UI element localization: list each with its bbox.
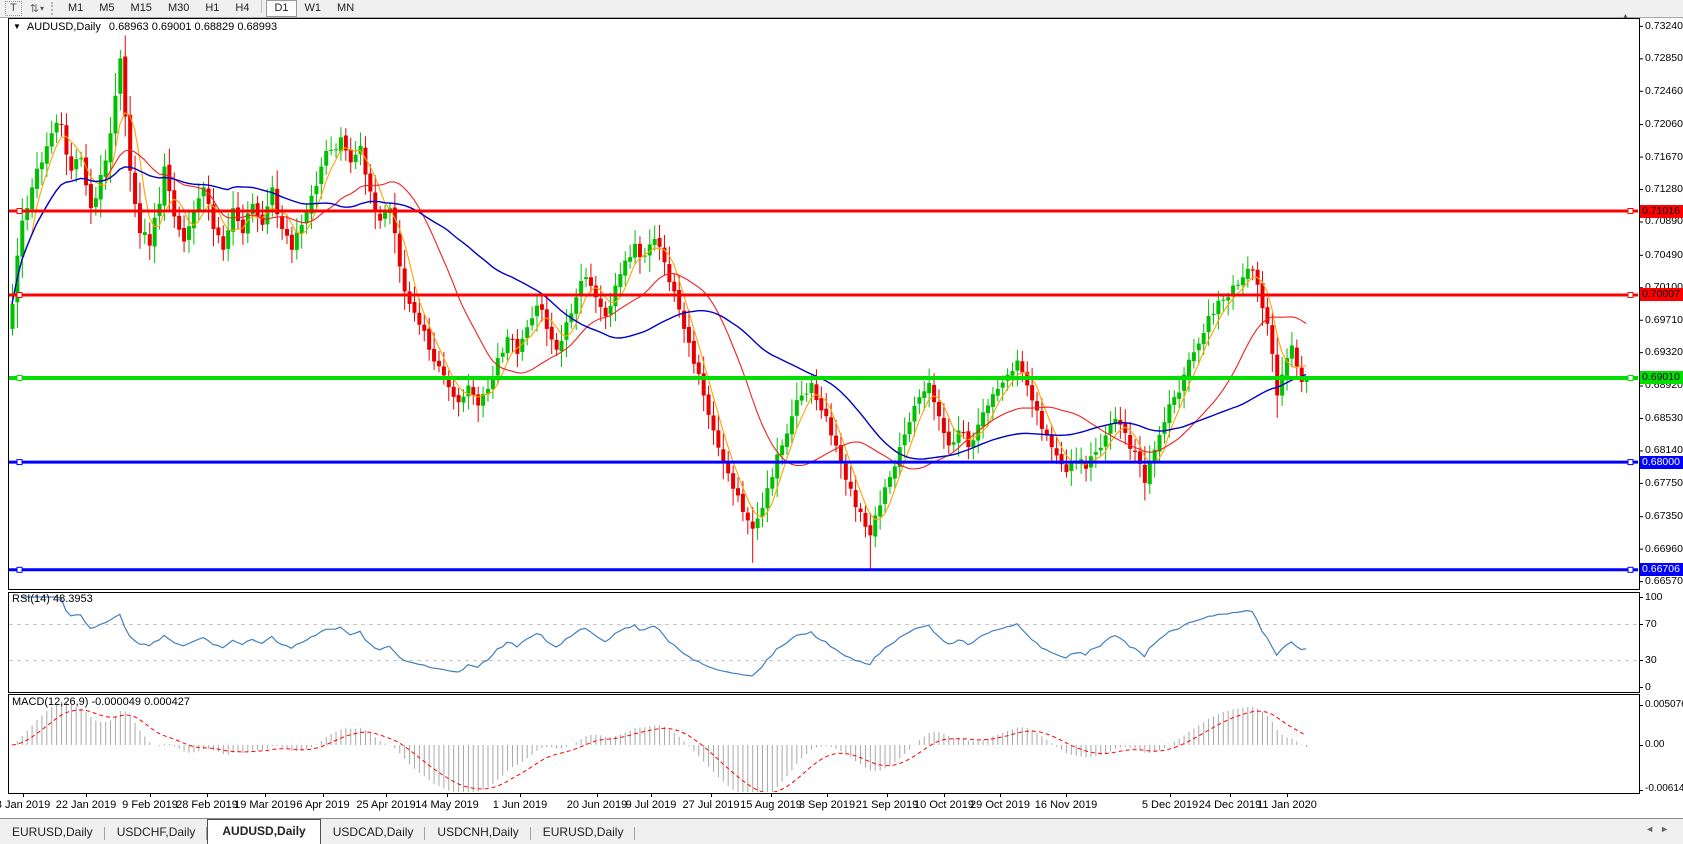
mt4-terminal: T ⇅ ▾ M1M5M15M30H1H4D1W1MN ▼AUDUSD,Daily… <box>0 0 1683 844</box>
price-axis-tick: 0.69710 <box>1645 314 1683 326</box>
date-axis-label: 25 Apr 2019 <box>356 799 415 811</box>
rsi-axis-tick: 30 <box>1645 654 1683 666</box>
chart-canvas <box>0 0 1683 844</box>
date-axis-label: 16 Nov 2019 <box>1035 799 1097 811</box>
price-axis-tick: 0.72460 <box>1645 85 1683 97</box>
chart-title: ▼ AUDUSD,Daily 0.68963 0.69001 0.68829 0.6… <box>13 21 277 33</box>
rsi-line <box>22 597 1306 676</box>
line-anchor-handle[interactable] <box>17 292 22 297</box>
date-axis-label: 5 Dec 2019 <box>1142 799 1198 811</box>
date-axis-label: 28 Feb 2019 <box>176 799 238 811</box>
line-anchor-handle[interactable] <box>1628 567 1633 572</box>
date-axis-label: 3 Sep 2019 <box>799 799 855 811</box>
tab-scroll-left-icon[interactable]: ◄ <box>1645 824 1660 834</box>
date-axis-label: 20 Jun 2019 <box>567 799 628 811</box>
chart-tab-audusd-2[interactable]: AUDUSD,Daily <box>207 819 320 844</box>
line-anchor-handle[interactable] <box>1628 292 1633 297</box>
date-axis-label: 9 Jul 2019 <box>626 799 677 811</box>
date-axis-label: 19 Mar 2019 <box>234 799 296 811</box>
line-anchor-handle[interactable] <box>17 209 22 214</box>
price-axis-tick: 0.67750 <box>1645 477 1683 489</box>
line-anchor-handle[interactable] <box>17 567 22 572</box>
date-axis-label: 6 Apr 2019 <box>296 799 349 811</box>
date-axis-label: 21 Sep 2019 <box>856 799 918 811</box>
macd-axis-tick: -0.006148 <box>1645 783 1683 795</box>
price-axis-tick: 0.67350 <box>1645 510 1683 522</box>
price-axis-tick: 0.72060 <box>1645 118 1683 130</box>
price-axis-tick: 0.68530 <box>1645 412 1683 424</box>
line-anchor-handle[interactable] <box>1628 375 1633 380</box>
chart-tab-eurusd-5[interactable]: EURUSD,Daily <box>531 821 636 844</box>
price-level-label: 0.68000 <box>1640 456 1683 469</box>
price-level-label: 0.71016 <box>1640 205 1683 218</box>
moving-average-lines <box>12 113 1306 519</box>
line-anchor-handle[interactable] <box>17 460 22 465</box>
ohlc-values: 0.68963 0.69001 0.68829 0.68993 <box>109 21 277 33</box>
rsi-axis-tick: 100 <box>1645 591 1683 603</box>
rsi-axis-tick: 0 <box>1645 681 1683 693</box>
macd-axis-tick: 0.005076 <box>1645 699 1683 711</box>
price-level-label: 0.70007 <box>1640 288 1683 301</box>
price-axis-tick: 0.71280 <box>1645 183 1683 195</box>
rsi-indicator-label: RSI(14) 48.3953 <box>12 593 93 605</box>
line-anchor-handle[interactable] <box>1628 460 1633 465</box>
chart-tab-bar: EURUSD,DailyUSDCHF,DailyAUDUSD,DailyUSDC… <box>0 818 1683 844</box>
chart-tab-usdcnh-4[interactable]: USDCNH,Daily <box>425 821 530 844</box>
line-anchor-handle[interactable] <box>17 375 22 380</box>
scroll-up-icon[interactable]: ▲ <box>1622 13 1629 20</box>
price-axis-tick: 0.66570 <box>1645 575 1683 587</box>
date-axis-label: 15 Aug 2019 <box>740 799 802 811</box>
price-axis-tick: 0.71670 <box>1645 151 1683 163</box>
price-axis-tick: 0.72850 <box>1645 52 1683 64</box>
chart-tab-usdchf-1[interactable]: USDCHF,Daily <box>105 821 208 844</box>
chart-menu-icon[interactable]: ▼ <box>13 22 21 31</box>
price-axis-tick: 0.70490 <box>1645 249 1683 261</box>
date-axis-label: 22 Jan 2019 <box>56 799 117 811</box>
price-level-label: 0.69010 <box>1640 371 1683 384</box>
date-axis-label: 9 Feb 2019 <box>122 799 178 811</box>
symbol-period-label: AUDUSD,Daily <box>27 21 101 33</box>
rsi-axis-tick: 70 <box>1645 618 1683 630</box>
tab-scroll-arrows: ◄► <box>1645 824 1675 834</box>
chart-tab-usdcad-3[interactable]: USDCAD,Daily <box>321 821 426 844</box>
date-axis-label: 27 Jul 2019 <box>683 799 740 811</box>
date-axis-label: 1 Jun 2019 <box>493 799 547 811</box>
price-axis-tick: 0.69320 <box>1645 346 1683 358</box>
support-resistance-lines <box>9 209 1638 573</box>
date-axis-label: 29 Oct 2019 <box>970 799 1030 811</box>
axis-tick-marks <box>24 26 1644 797</box>
rsi-gridlines <box>9 625 1638 661</box>
date-axis-label: 3 Jan 2019 <box>0 799 50 811</box>
macd-axis-tick: 0.00 <box>1645 739 1683 751</box>
date-axis-label: 10 Oct 2019 <box>914 799 974 811</box>
price-level-label: 0.66706 <box>1640 563 1683 576</box>
tab-scroll-right-icon[interactable]: ► <box>1660 824 1675 834</box>
chart-tab-eurusd-0[interactable]: EURUSD,Daily <box>0 821 105 844</box>
date-axis-label: 14 May 2019 <box>415 799 479 811</box>
price-axis-tick: 0.66960 <box>1645 543 1683 555</box>
macd-indicator-label: MACD(12,26,9) -0.000049 0.000427 <box>12 696 190 708</box>
candlesticks <box>11 35 1309 569</box>
date-axis-label: 24 Dec 2019 <box>1199 799 1261 811</box>
line-anchor-handle[interactable] <box>1628 209 1633 214</box>
date-axis-label: 11 Jan 2020 <box>1257 799 1317 811</box>
macd-plot <box>12 701 1307 800</box>
panel-frames <box>9 19 1640 794</box>
price-axis-tick: 0.73240 <box>1645 20 1683 32</box>
